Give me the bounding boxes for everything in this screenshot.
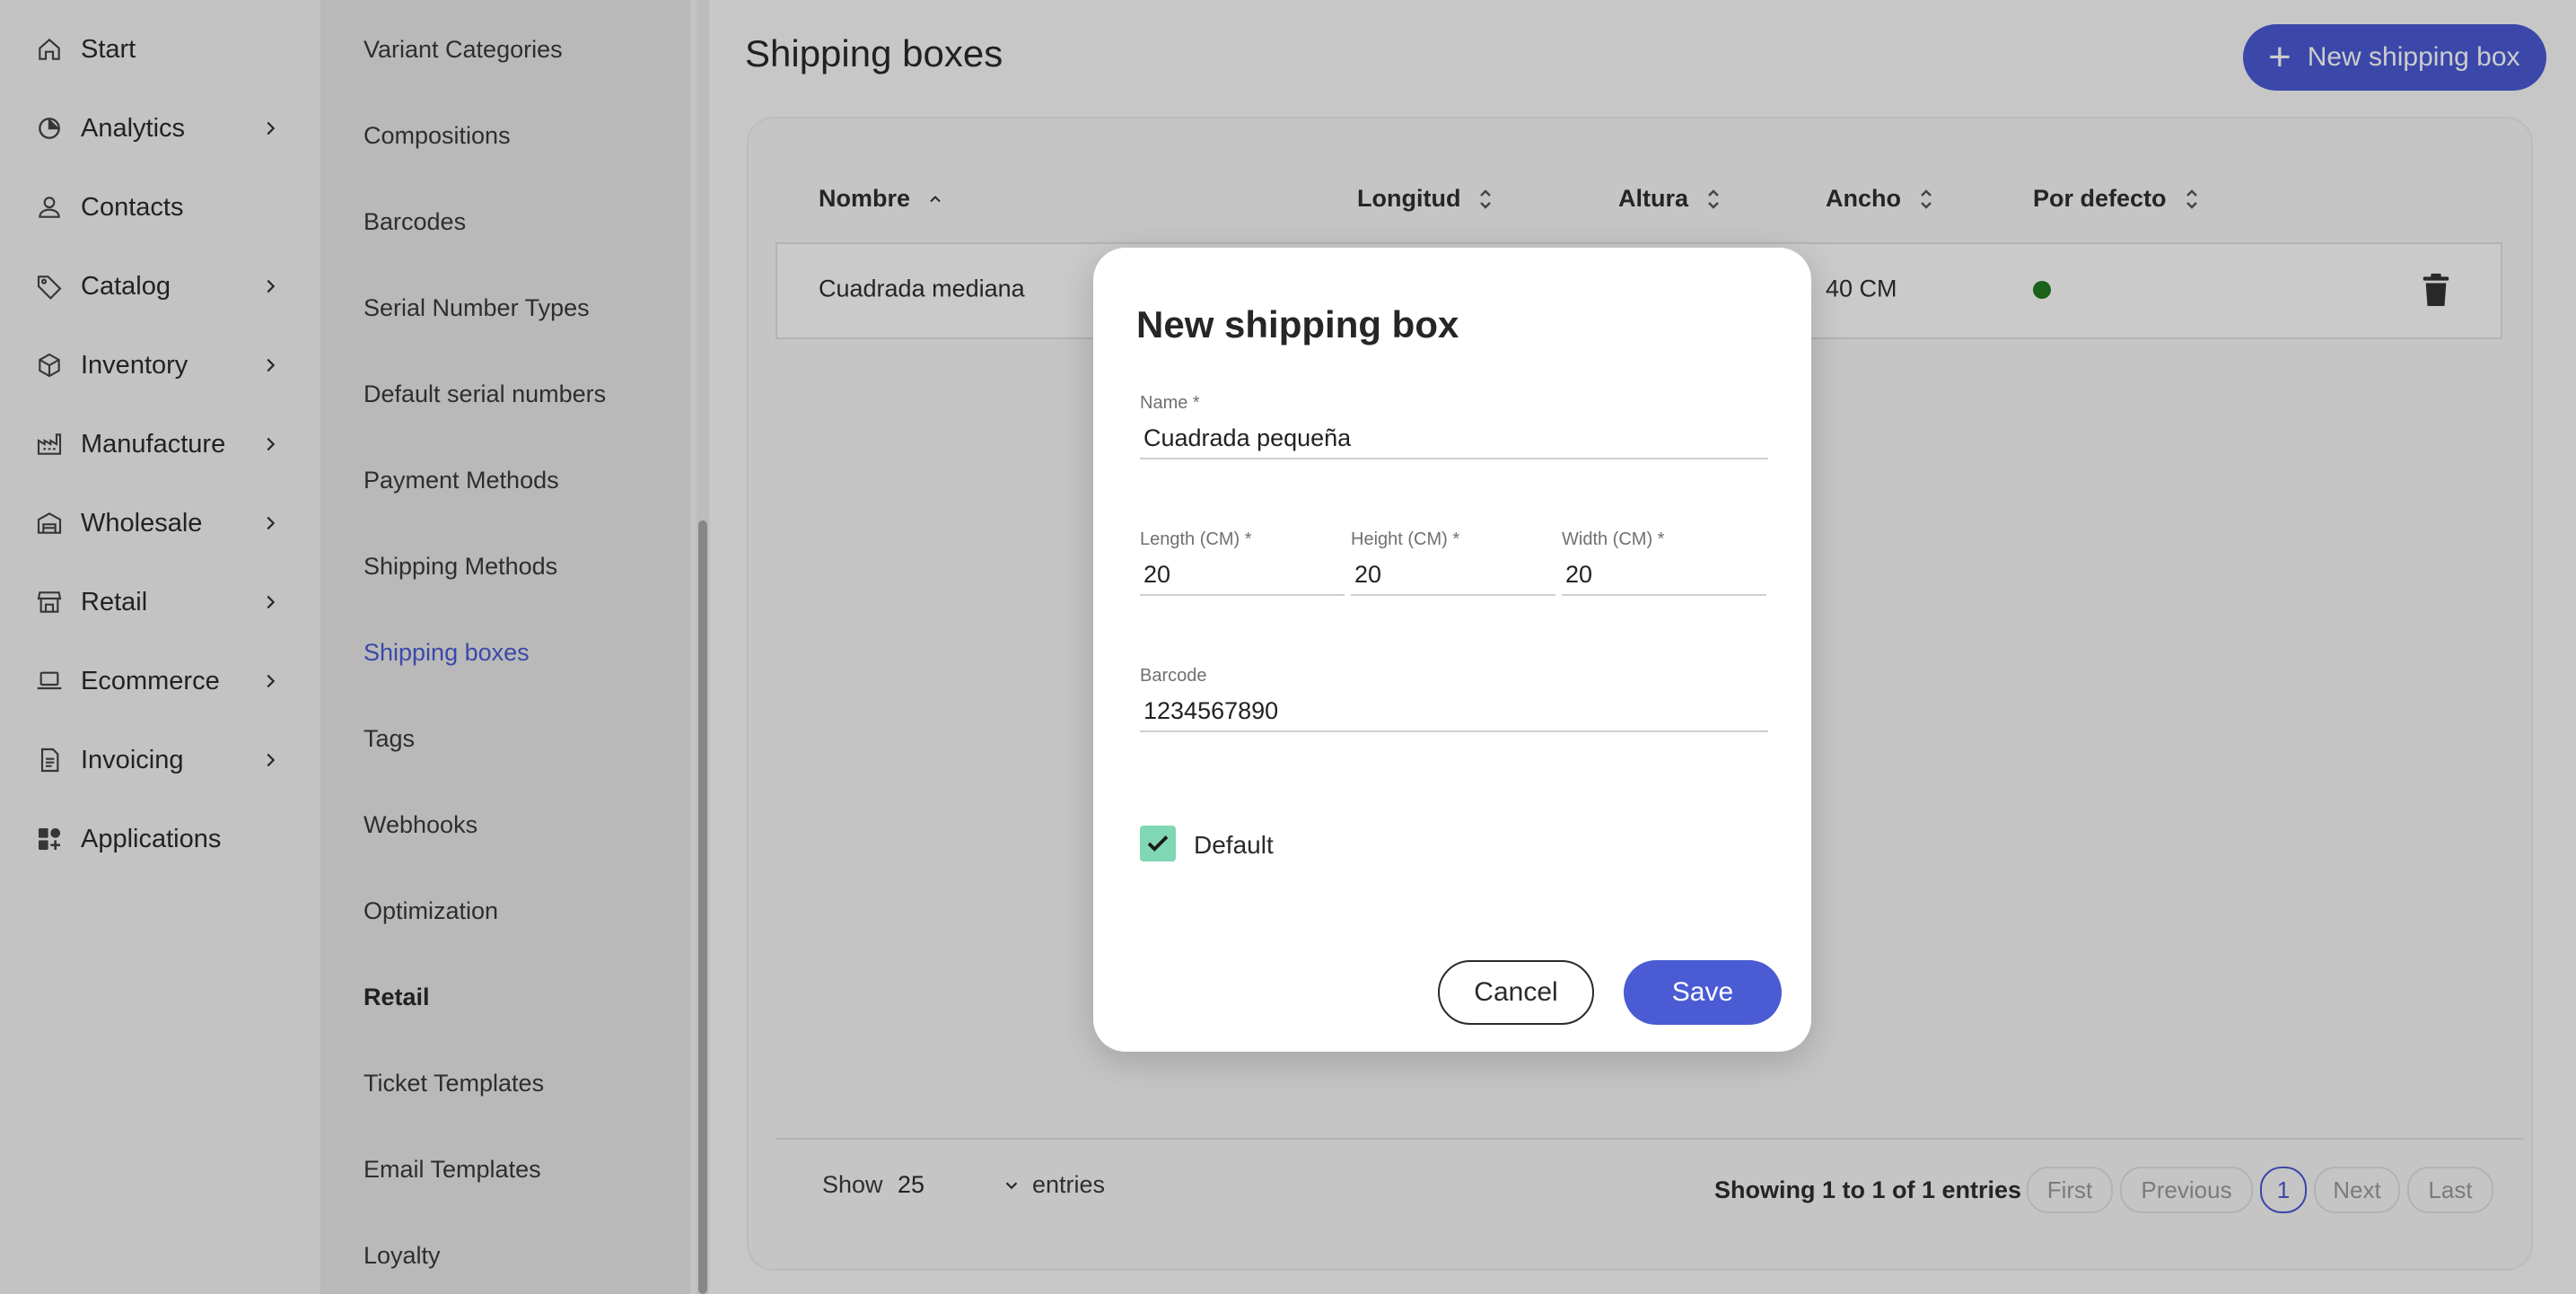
length-input[interactable] <box>1140 555 1345 596</box>
name-input[interactable] <box>1140 418 1768 459</box>
cancel-button[interactable]: Cancel <box>1438 960 1594 1025</box>
default-checkbox[interactable] <box>1140 826 1176 861</box>
width-field-label: Width (CM) * <box>1562 529 1665 549</box>
checkmark-icon <box>1147 835 1169 852</box>
barcode-field-label: Barcode <box>1140 666 1207 686</box>
height-input[interactable] <box>1351 555 1555 596</box>
dialog-title: New shipping box <box>1136 303 1459 345</box>
barcode-input[interactable] <box>1140 691 1768 732</box>
save-button[interactable]: Save <box>1624 960 1782 1025</box>
new-shipping-box-dialog: New shipping box Name * Length (CM) * He… <box>1093 248 1811 1052</box>
name-field-label: Name * <box>1140 393 1200 413</box>
default-checkbox-label: Default <box>1194 831 1274 859</box>
height-field-label: Height (CM) * <box>1351 529 1460 549</box>
width-input[interactable] <box>1562 555 1766 596</box>
length-field-label: Length (CM) * <box>1140 529 1252 549</box>
